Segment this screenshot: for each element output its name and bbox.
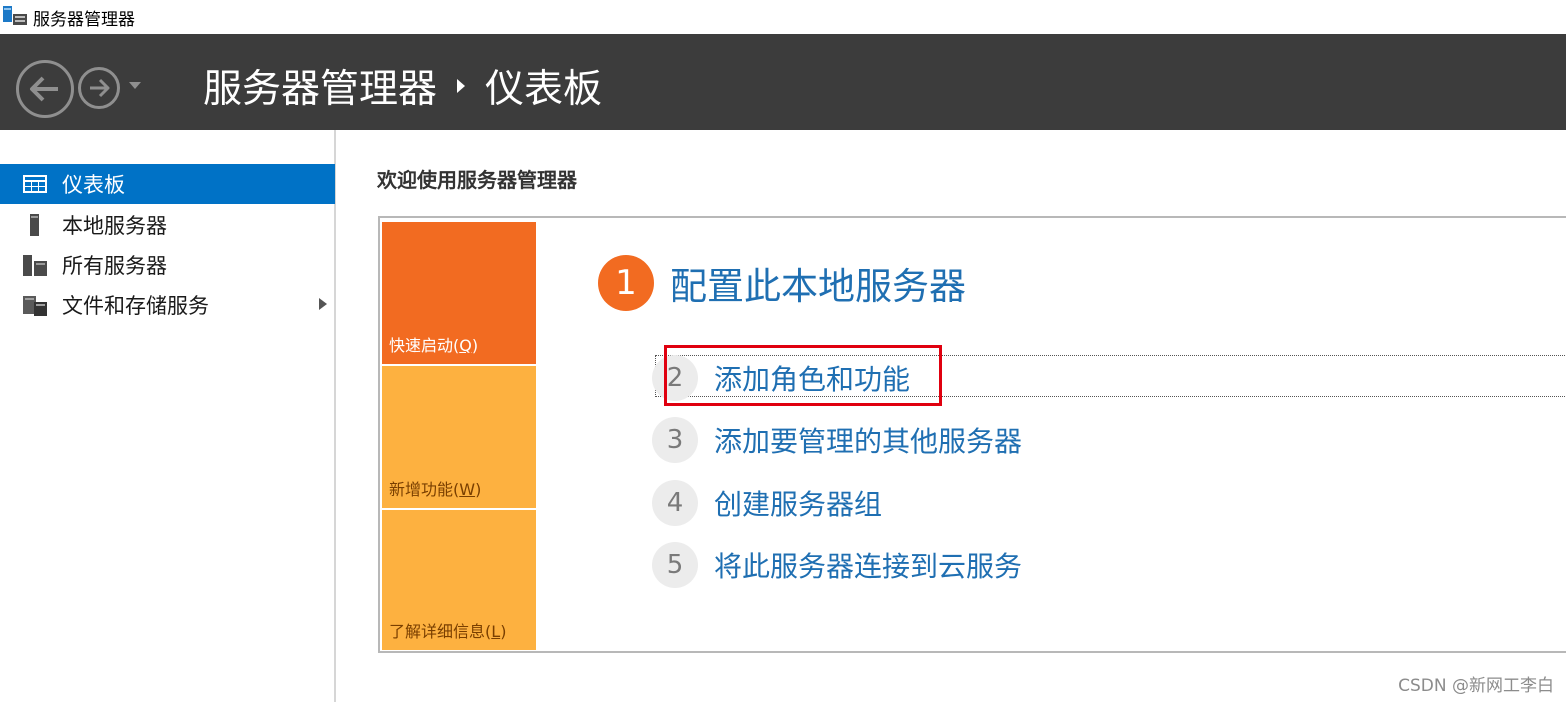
- window-title-bar: 服务器管理器: [0, 0, 1566, 34]
- step-connect-cloud[interactable]: 5 将此服务器连接到云服务: [652, 542, 1022, 588]
- watermark: CSDN @新网工李白: [1398, 676, 1554, 696]
- tile-label: 了解详细信息(L): [389, 622, 507, 641]
- back-arrow-icon: [30, 76, 58, 102]
- welcome-title: 欢迎使用服务器管理器: [377, 168, 577, 192]
- sidebar-item-local-server[interactable]: 本地服务器: [0, 205, 335, 245]
- sidebar-item-label: 文件和存储服务: [62, 294, 209, 318]
- history-dropdown[interactable]: [126, 77, 144, 95]
- server-manager-icon: [3, 6, 27, 25]
- all-servers-icon: [23, 255, 47, 276]
- sidebar-item-label: 所有服务器: [62, 254, 167, 278]
- tile-quick-start[interactable]: 快速启动(Q): [382, 222, 536, 364]
- local-server-icon: [30, 214, 39, 236]
- step-add-servers[interactable]: 3 添加要管理的其他服务器: [652, 417, 1022, 463]
- forward-arrow-icon: [90, 78, 110, 98]
- breadcrumb-root[interactable]: 服务器管理器: [203, 58, 437, 114]
- step-number: 4: [652, 480, 698, 526]
- back-button[interactable]: [16, 60, 74, 118]
- sidebar-item-label: 本地服务器: [62, 214, 167, 238]
- sidebar-item-dashboard[interactable]: 仪表板: [0, 164, 335, 204]
- file-storage-icon: [23, 296, 47, 316]
- dashboard-icon: [23, 175, 47, 193]
- step-label: 添加要管理的其他服务器: [714, 425, 1023, 458]
- step-number-badge: 1: [598, 255, 654, 311]
- sidebar-item-label: 仪表板: [62, 173, 125, 197]
- breadcrumb-separator-icon: [457, 79, 466, 93]
- forward-button[interactable]: [78, 67, 120, 109]
- step-number: 3: [652, 417, 698, 463]
- breadcrumb-current: 仪表板: [485, 67, 603, 112]
- window-title: 服务器管理器: [33, 10, 135, 30]
- sidebar-item-all-servers[interactable]: 所有服务器: [0, 245, 335, 285]
- step-label: 创建服务器组: [714, 488, 883, 521]
- configure-local-server-link[interactable]: 配置此本地服务器: [670, 256, 966, 310]
- sidebar: 仪表板 本地服务器 所有服务器 文件和存储服务: [0, 130, 336, 702]
- tile-label: 快速启动(Q): [389, 336, 479, 355]
- highlight-box: [664, 345, 942, 406]
- step-create-server-group[interactable]: 4 创建服务器组: [652, 480, 882, 526]
- tile-whats-new[interactable]: 新增功能(W): [382, 366, 536, 508]
- sidebar-item-file-storage[interactable]: 文件和存储服务: [0, 285, 335, 325]
- tile-learn-more[interactable]: 了解详细信息(L): [382, 510, 536, 650]
- breadcrumb: 服务器管理器 仪表板: [203, 58, 602, 114]
- tile-label: 新增功能(W): [389, 480, 482, 499]
- step-label: 将此服务器连接到云服务: [714, 550, 1023, 583]
- header-bar: 服务器管理器 仪表板: [0, 34, 1566, 130]
- step-number: 5: [652, 542, 698, 588]
- chevron-down-icon: [129, 82, 141, 89]
- expand-arrow-icon[interactable]: [319, 298, 327, 310]
